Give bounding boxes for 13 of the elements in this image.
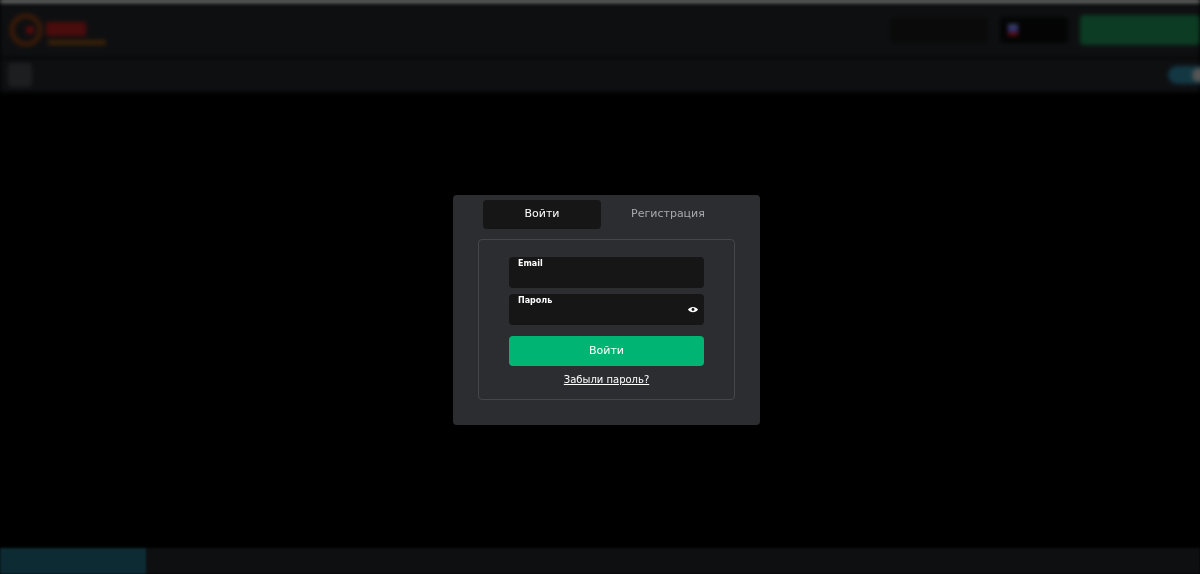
tab[interactable]: Войти bbox=[483, 200, 601, 229]
language-selector[interactable] bbox=[1000, 17, 1068, 43]
bottom-tab[interactable] bbox=[0, 548, 146, 574]
field-label: Пароль bbox=[518, 295, 553, 307]
tab[interactable]: Регистрация bbox=[609, 200, 727, 229]
toggle-switch[interactable] bbox=[1168, 66, 1200, 84]
input-field[interactable]: Email bbox=[509, 257, 704, 288]
eye-icon[interactable] bbox=[688, 306, 698, 313]
flag-icon bbox=[1008, 24, 1018, 36]
field-label: Email bbox=[518, 258, 543, 270]
action-button[interactable] bbox=[1080, 15, 1200, 45]
input-field[interactable]: Пароль bbox=[509, 294, 704, 325]
forgot-password-link[interactable]: Забыли пароль? bbox=[563, 372, 650, 387]
